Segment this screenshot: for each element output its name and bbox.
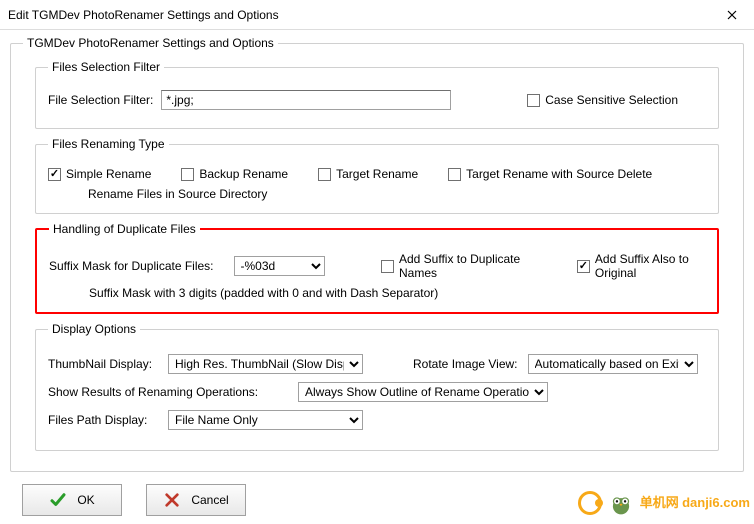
content-area: TGMDev PhotoRenamer Settings and Options…	[0, 30, 754, 524]
cancel-label: Cancel	[191, 493, 228, 507]
checkbox-icon	[381, 260, 394, 273]
x-icon	[163, 491, 181, 509]
duplicate-legend: Handling of Duplicate Files	[49, 222, 200, 236]
close-icon	[727, 10, 737, 20]
add-orig-label: Add Suffix Also to Original	[595, 252, 705, 280]
simple-rename-checkbox[interactable]: Simple Rename	[48, 167, 151, 181]
filter-label: File Selection Filter:	[48, 93, 153, 107]
watermark-owl-icon	[608, 490, 634, 516]
checkbox-icon	[448, 168, 461, 181]
watermark-logo-icon	[578, 491, 602, 515]
check-icon	[49, 491, 67, 509]
rename-subtext: Rename Files in Source Directory	[88, 187, 706, 201]
close-button[interactable]	[709, 0, 754, 30]
case-sensitive-checkbox[interactable]: Case Sensitive Selection	[527, 93, 678, 107]
main-legend: TGMDev PhotoRenamer Settings and Options	[23, 36, 278, 50]
target-rename-label: Target Rename	[336, 167, 418, 181]
ok-label: OK	[77, 493, 94, 507]
case-sensitive-label: Case Sensitive Selection	[545, 93, 678, 107]
checkbox-icon	[577, 260, 590, 273]
rotate-label: Rotate Image View:	[413, 357, 518, 371]
target-rename-checkbox[interactable]: Target Rename	[318, 167, 418, 181]
filter-fieldset: Files Selection Filter File Selection Fi…	[35, 60, 719, 129]
checkbox-icon	[181, 168, 194, 181]
results-select[interactable]: Always Show Outline of Rename Operations	[298, 382, 548, 402]
ok-button[interactable]: OK	[22, 484, 122, 516]
checkbox-icon	[318, 168, 331, 181]
simple-rename-label: Simple Rename	[66, 167, 151, 181]
display-legend: Display Options	[48, 322, 140, 336]
main-fieldset: TGMDev PhotoRenamer Settings and Options…	[10, 36, 744, 472]
window-title: Edit TGMDev PhotoRenamer Settings and Op…	[8, 8, 709, 22]
rename-legend: Files Renaming Type	[48, 137, 169, 151]
add-suffix-label: Add Suffix to Duplicate Names	[399, 252, 529, 280]
backup-rename-label: Backup Rename	[199, 167, 288, 181]
thumbnail-label: ThumbNail Display:	[48, 357, 168, 371]
path-select[interactable]: File Name Only	[168, 410, 363, 430]
duplicate-fieldset: Handling of Duplicate Files Suffix Mask …	[35, 222, 719, 314]
mask-select[interactable]: -%03d	[234, 256, 325, 276]
display-fieldset: Display Options ThumbNail Display: High …	[35, 322, 719, 451]
path-label: Files Path Display:	[48, 413, 168, 427]
results-label: Show Results of Renaming Operations:	[48, 385, 268, 399]
watermark-text: 单机网 danji6.com	[640, 496, 750, 510]
target-delete-label: Target Rename with Source Delete	[466, 167, 652, 181]
checkbox-icon	[48, 168, 61, 181]
title-bar: Edit TGMDev PhotoRenamer Settings and Op…	[0, 0, 754, 30]
mask-label: Suffix Mask for Duplicate Files:	[49, 259, 214, 273]
rotate-select[interactable]: Automatically based on Exif	[528, 354, 698, 374]
target-delete-checkbox[interactable]: Target Rename with Source Delete	[448, 167, 652, 181]
backup-rename-checkbox[interactable]: Backup Rename	[181, 167, 288, 181]
filter-input[interactable]	[161, 90, 451, 110]
add-suffix-checkbox[interactable]: Add Suffix to Duplicate Names	[381, 252, 529, 280]
filter-legend: Files Selection Filter	[48, 60, 164, 74]
mask-hint: Suffix Mask with 3 digits (padded with 0…	[89, 286, 705, 300]
rename-type-fieldset: Files Renaming Type Simple Rename Backup…	[35, 137, 719, 214]
thumbnail-select[interactable]: High Res. ThumbNail (Slow Display)	[168, 354, 363, 374]
checkbox-icon	[527, 94, 540, 107]
watermark: 单机网 danji6.com	[578, 490, 750, 516]
cancel-button[interactable]: Cancel	[146, 484, 246, 516]
add-orig-checkbox[interactable]: Add Suffix Also to Original	[577, 252, 705, 280]
